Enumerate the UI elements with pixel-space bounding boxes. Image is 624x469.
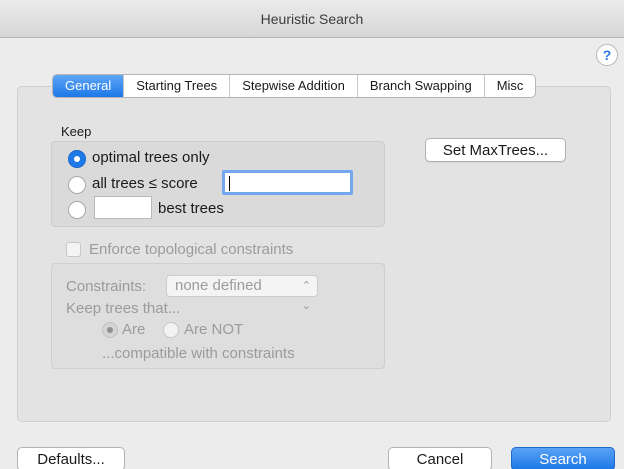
radio-are-not[interactable]	[163, 322, 179, 338]
compatible-label: ...compatible with constraints	[102, 345, 295, 362]
tab-misc[interactable]: Misc	[485, 75, 536, 97]
defaults-button[interactable]: Defaults...	[17, 447, 125, 469]
tab-branch-swapping[interactable]: Branch Swapping	[358, 75, 485, 97]
keep-label: Keep	[61, 124, 92, 139]
radio-all-trees[interactable]	[68, 176, 86, 194]
window-title: Heuristic Search	[260, 10, 364, 27]
tab-bar: General Starting Trees Stepwise Addition…	[52, 74, 537, 98]
enforce-constraints-label: Enforce topological constraints	[89, 241, 294, 258]
constraints-select[interactable]: none defined ⌃ ⌄	[166, 275, 318, 312]
tab-starting-trees[interactable]: Starting Trees	[124, 75, 231, 97]
are-not-label: Are NOT	[184, 321, 244, 338]
radio-best-trees[interactable]	[68, 201, 86, 219]
enforce-constraints-checkbox[interactable]	[66, 242, 81, 257]
radio-are[interactable]	[102, 322, 118, 338]
constraints-select-value: none defined	[175, 277, 262, 294]
optimal-trees-label: optimal trees only	[92, 149, 210, 166]
best-trees-label: best trees	[158, 200, 224, 217]
all-trees-label: all trees ≤ score	[92, 175, 198, 192]
constraints-label: Constraints:	[66, 278, 147, 295]
title-bar: Heuristic Search	[0, 0, 624, 38]
radio-optimal-trees[interactable]	[68, 150, 86, 168]
cancel-button[interactable]: Cancel	[388, 447, 492, 469]
keep-trees-that-label: Keep trees that...	[66, 300, 181, 317]
tab-stepwise-addition[interactable]: Stepwise Addition	[230, 75, 358, 97]
chevron-updown-icon: ⌃ ⌄	[301, 280, 311, 312]
best-trees-count-input[interactable]	[94, 196, 152, 219]
help-button[interactable]: ?	[596, 44, 618, 66]
text-caret	[229, 176, 230, 191]
search-button[interactable]: Search	[511, 447, 615, 469]
are-label: Are	[122, 321, 146, 338]
set-maxtrees-button[interactable]: Set MaxTrees...	[425, 138, 566, 162]
score-input[interactable]	[222, 170, 353, 195]
tab-general[interactable]: General	[53, 75, 125, 97]
